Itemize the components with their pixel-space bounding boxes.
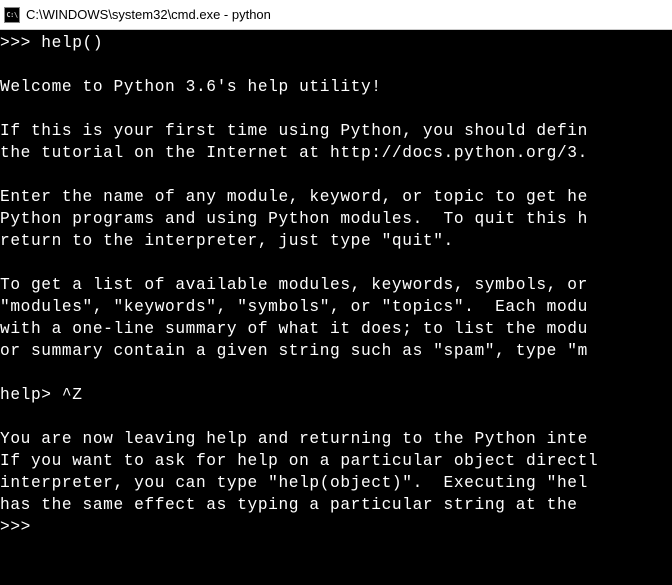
window-titlebar[interactable]: C:\ C:\WINDOWS\system32\cmd.exe - python	[0, 0, 672, 30]
window-title: C:\WINDOWS\system32\cmd.exe - python	[26, 7, 271, 22]
terminal-output[interactable]: >>> help() Welcome to Python 3.6's help …	[0, 30, 672, 585]
cmd-icon: C:\	[4, 7, 20, 23]
cmd-icon-text: C:\	[6, 11, 17, 19]
terminal-text: >>> help() Welcome to Python 3.6's help …	[0, 34, 598, 536]
